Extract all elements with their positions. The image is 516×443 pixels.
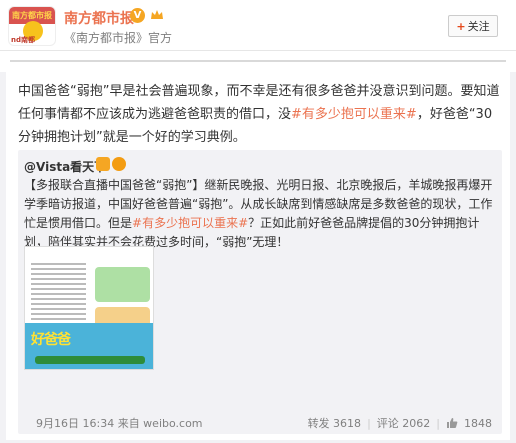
repost-box: @Vista看天下 【多报联合直播中国爸爸“弱抱”】继新民晚报、光明日报、北京晚… xyxy=(18,150,502,434)
plus-icon: + xyxy=(456,19,466,33)
vip-badge-icon xyxy=(96,157,110,171)
like-count: 1848 xyxy=(464,416,492,430)
repost-hashtag-link[interactable]: #有多少抱可以重来# xyxy=(132,216,248,230)
article-text-lines xyxy=(31,263,86,323)
comment-count-link[interactable]: 评论 2062 xyxy=(377,415,431,431)
account-name[interactable]: 南方都市报 xyxy=(64,8,134,28)
account-avatar[interactable]: 南方都市报 nd南都 xyxy=(8,6,56,46)
divider xyxy=(0,50,516,72)
repost-count-link[interactable]: 转发 3618 xyxy=(308,415,362,431)
logo-sub-text: nd南都 xyxy=(11,36,35,44)
repost-text: 【多报联合直播中国爸爸“弱抱”】继新民晚报、光明日报、北京晚报后，羊城晚报再爆开… xyxy=(24,176,494,252)
account-description: 《南方都市报》官方 xyxy=(64,31,173,45)
follow-button[interactable]: + 关注 xyxy=(448,15,498,37)
member-crown-icon xyxy=(151,10,163,19)
hashtag-link[interactable]: #有多少抱可以重来# xyxy=(291,107,417,122)
post-image-thumbnail[interactable]: 好爸爸 xyxy=(24,246,154,370)
like-icon[interactable] xyxy=(446,417,458,429)
article-photo-1 xyxy=(95,267,150,302)
repost-footer: 9月16日 16:34 来自 weibo.com 转发 3618 | 评论 20… xyxy=(18,412,502,432)
post-card: 中国爸爸“弱抱”早是社会普遍现象，而不幸是还有很多爸爸并没意识到问题。要知道任何… xyxy=(6,72,510,440)
promo-banner: 好爸爸 xyxy=(25,323,153,369)
post-text: 中国爸爸“弱抱”早是社会普遍现象，而不幸是还有很多爸爸并没意识到问题。要知道任何… xyxy=(18,80,502,149)
banner-text: 好爸爸 xyxy=(31,332,71,348)
repost-author-link[interactable]: @Vista看天下 xyxy=(24,158,106,175)
timestamp-link[interactable]: 9月16日 16:34 来自 weibo.com xyxy=(36,415,203,431)
account-header: 南方都市报 nd南都 南方都市报 V 《南方都市报》官方 + 关注 xyxy=(0,0,516,50)
verified-badge-icon xyxy=(112,157,126,171)
follow-label: 关注 xyxy=(467,20,490,33)
verified-icon: V xyxy=(130,8,145,23)
repost-stats: 转发 3618 | 评论 2062 | 1848 xyxy=(307,415,492,431)
